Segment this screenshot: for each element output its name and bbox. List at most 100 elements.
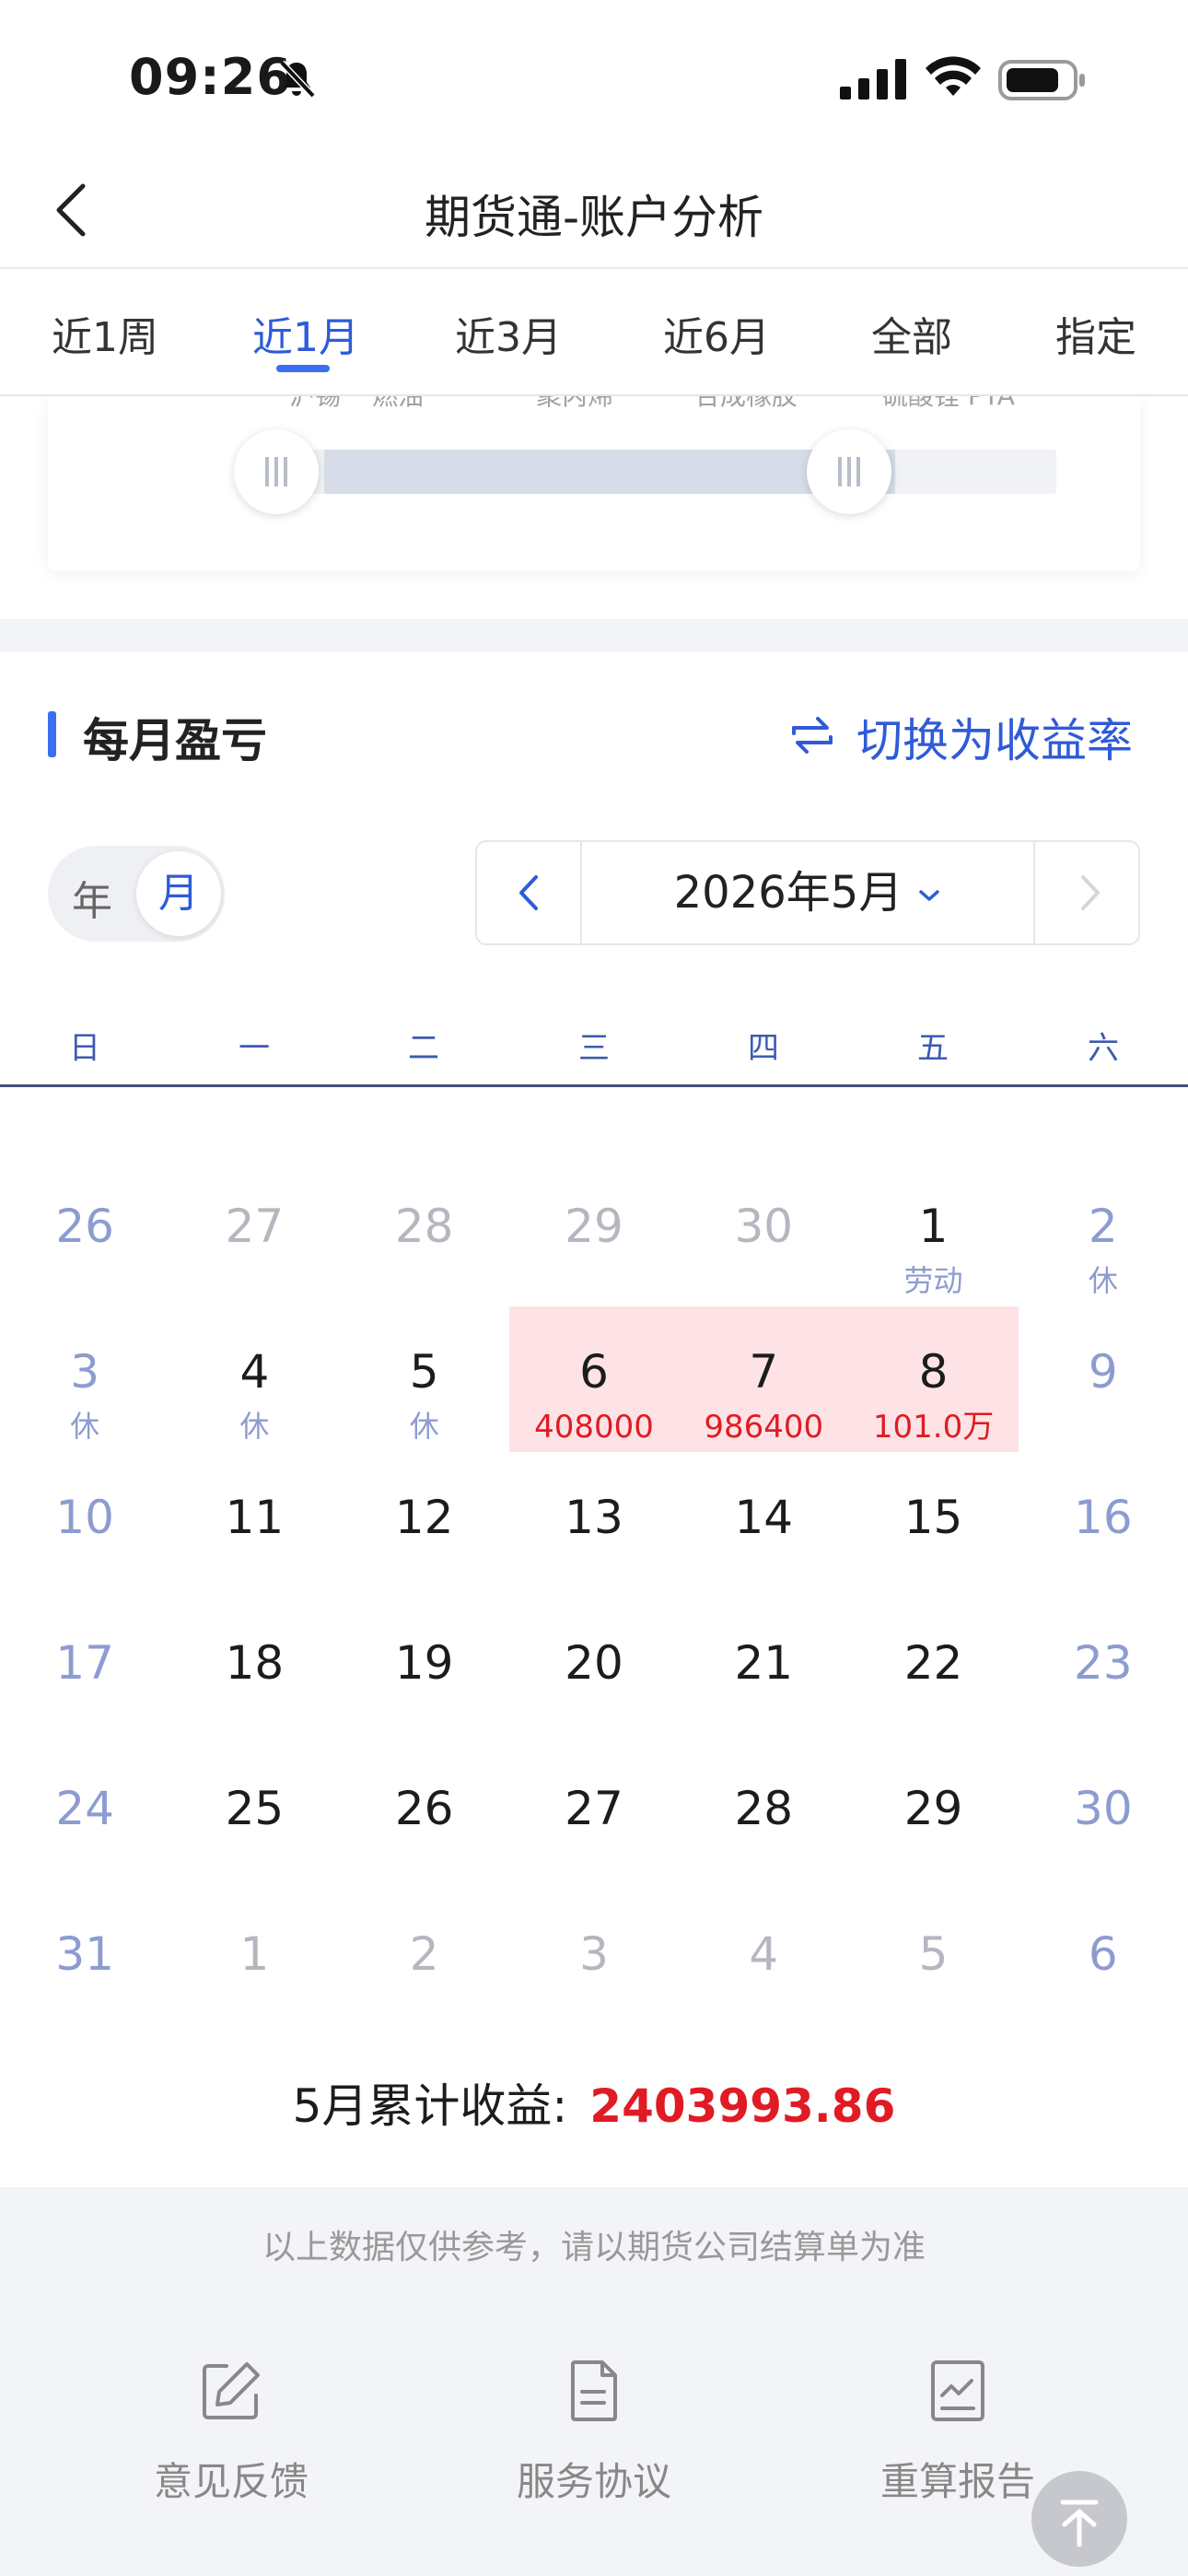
calendar-day[interactable]: 30 bbox=[1019, 1736, 1188, 1881]
calendar-day[interactable]: 16 bbox=[1019, 1445, 1188, 1590]
feedback-button[interactable]: 意见反馈 bbox=[111, 2359, 351, 2507]
calendar-day[interactable]: 2休 bbox=[1019, 1153, 1188, 1299]
day-number: 30 bbox=[734, 1200, 794, 1253]
day-profit-value: 101.0万 bbox=[872, 1409, 995, 1446]
calendar-day[interactable]: 2 bbox=[340, 1881, 509, 2027]
calendar-day[interactable]: 26 bbox=[340, 1736, 509, 1881]
switch-arrows-icon[interactable] bbox=[788, 709, 836, 761]
day-holiday-label: 休 bbox=[70, 1409, 100, 1444]
tab-custom[interactable]: 指定 bbox=[1055, 304, 1136, 363]
calendar-day[interactable]: 28 bbox=[340, 1153, 509, 1299]
day-number: 27 bbox=[565, 1782, 623, 1835]
calendar-day[interactable]: 24 bbox=[0, 1736, 169, 1881]
edit-icon bbox=[203, 2362, 260, 2419]
calendar-day[interactable]: 6 408000 bbox=[509, 1299, 679, 1445]
day-number: 3 bbox=[579, 1927, 609, 1981]
day-number: 14 bbox=[734, 1491, 794, 1544]
day-number: 1 bbox=[239, 1927, 270, 1981]
calendar-day[interactable]: 21 bbox=[679, 1590, 848, 1736]
calendar-day[interactable]: 6 bbox=[1019, 1881, 1188, 2027]
calendar-day[interactable]: 29 bbox=[848, 1736, 1018, 1881]
calendar-day[interactable]: 31 bbox=[0, 1881, 169, 2027]
tab-all[interactable]: 全部 bbox=[871, 304, 952, 363]
calendar-day[interactable]: 10 bbox=[0, 1445, 169, 1590]
day-profit-value: 986400 bbox=[704, 1409, 824, 1446]
grip-line bbox=[856, 457, 860, 486]
calendar-day[interactable]: 17 bbox=[0, 1590, 169, 1736]
calendar-day[interactable]: 13 bbox=[509, 1445, 679, 1590]
calendar-day[interactable]: 30 bbox=[679, 1153, 848, 1299]
calendar-day[interactable]: 9 bbox=[1019, 1299, 1188, 1445]
calendar-day[interactable]: 22 bbox=[848, 1590, 1018, 1736]
day-number: 6 bbox=[1088, 1927, 1118, 1981]
section-accent-bar bbox=[48, 711, 56, 757]
calendar-day[interactable]: 11 bbox=[169, 1445, 339, 1590]
current-month-label: 2026年5月 bbox=[673, 867, 903, 919]
calendar-day[interactable]: 4 bbox=[679, 1881, 848, 2027]
day-number: 13 bbox=[565, 1491, 623, 1544]
section-divider bbox=[0, 619, 1188, 652]
slider-handle-right[interactable] bbox=[807, 429, 891, 514]
day-number: 31 bbox=[55, 1927, 114, 1981]
previous-month-button[interactable] bbox=[477, 842, 582, 943]
calendar-day[interactable]: 5 bbox=[848, 1881, 1018, 2027]
calendar-day[interactable]: 14 bbox=[679, 1445, 848, 1590]
calendar-day[interactable]: 7 986400 bbox=[679, 1299, 848, 1445]
chevron-left-icon bbox=[519, 875, 538, 910]
calendar-day[interactable]: 28 bbox=[679, 1736, 848, 1881]
day-number: 15 bbox=[903, 1491, 963, 1544]
calendar-day[interactable]: 27 bbox=[169, 1153, 339, 1299]
calendar-grid: 26 27 28 29 30 1 劳动 2 休 3 休 4 休 5 休 6 408000 7 986400 8 101.… bbox=[0, 1126, 1188, 2001]
toggle-year[interactable]: 年 bbox=[72, 868, 112, 927]
chevron-right-icon bbox=[1081, 875, 1100, 910]
calendar-day[interactable]: 8 101.0万 bbox=[848, 1299, 1018, 1445]
day-holiday-label: 休 bbox=[1088, 1263, 1118, 1298]
day-number: 4 bbox=[239, 1345, 270, 1399]
day-number: 20 bbox=[565, 1636, 623, 1690]
calendar-day[interactable]: 1 劳动 bbox=[848, 1153, 1018, 1299]
back-to-top-button[interactable] bbox=[1031, 2471, 1127, 2567]
tab-6-months[interactable]: 近6月 bbox=[663, 304, 770, 363]
battery-icon bbox=[998, 60, 1085, 100]
calendar-day[interactable]: 25 bbox=[169, 1736, 339, 1881]
calendar-day[interactable]: 18 bbox=[169, 1590, 339, 1736]
calendar-day[interactable]: 1 bbox=[169, 1881, 339, 2027]
calendar-day[interactable]: 4休 bbox=[169, 1299, 339, 1445]
tab-1-week[interactable]: 近1周 bbox=[52, 304, 158, 363]
active-tab-indicator bbox=[276, 365, 330, 372]
day-number: 29 bbox=[903, 1782, 963, 1835]
day-number: 30 bbox=[1074, 1782, 1133, 1835]
calendar-day[interactable]: 29 bbox=[509, 1153, 679, 1299]
calendar-day[interactable]: 12 bbox=[340, 1445, 509, 1590]
day-profit-value: 408000 bbox=[534, 1409, 654, 1446]
service-agreement-label: 服务协议 bbox=[516, 2459, 671, 2504]
calendar-day[interactable]: 3休 bbox=[0, 1299, 169, 1445]
day-number: 24 bbox=[55, 1782, 114, 1835]
slider-handle-left[interactable] bbox=[234, 429, 319, 514]
day-number: 2 bbox=[1088, 1200, 1118, 1253]
calendar-day[interactable]: 20 bbox=[509, 1590, 679, 1736]
switch-to-return-rate-button[interactable]: 切换为收益率 bbox=[856, 704, 1133, 770]
calendar-day[interactable]: 15 bbox=[848, 1445, 1018, 1590]
day-holiday-label: 休 bbox=[409, 1409, 439, 1444]
calendar-day[interactable]: 5休 bbox=[340, 1299, 509, 1445]
tab-3-months[interactable]: 近3月 bbox=[455, 304, 562, 363]
weekday-label: 四 bbox=[748, 1030, 779, 1067]
month-selector[interactable]: 2026年5月 bbox=[582, 842, 1035, 943]
service-agreement-button[interactable]: 服务协议 bbox=[474, 2359, 714, 2507]
calendar-day[interactable]: 3 bbox=[509, 1881, 679, 2027]
calendar-day[interactable]: 27 bbox=[509, 1736, 679, 1881]
weekday-label: 一 bbox=[239, 1030, 270, 1067]
day-number: 5 bbox=[918, 1927, 949, 1981]
day-number: 21 bbox=[734, 1636, 794, 1690]
next-month-button bbox=[1033, 842, 1138, 943]
day-number: 17 bbox=[55, 1636, 114, 1690]
tab-1-month[interactable]: 近1月 bbox=[252, 304, 359, 363]
year-month-toggle[interactable]: 年 月 bbox=[48, 846, 225, 942]
calendar-day[interactable]: 23 bbox=[1019, 1590, 1188, 1736]
day-number: 27 bbox=[225, 1200, 285, 1253]
calendar-day[interactable]: 19 bbox=[340, 1590, 509, 1736]
feedback-label: 意见反馈 bbox=[153, 2459, 309, 2504]
toggle-month[interactable]: 月 bbox=[136, 851, 221, 936]
calendar-day[interactable]: 26 bbox=[0, 1153, 169, 1299]
